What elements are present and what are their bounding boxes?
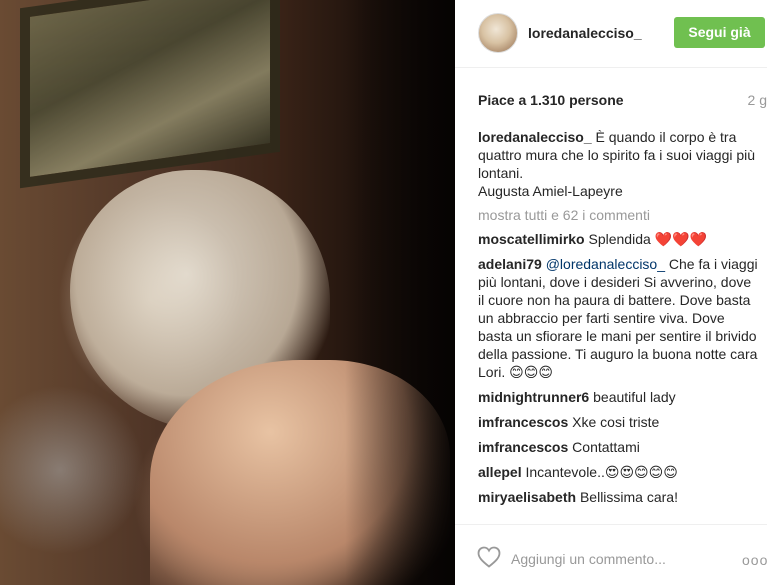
- post-photo[interactable]: [0, 0, 455, 585]
- comment-footer: Aggiungi un commento... ooo: [455, 524, 767, 585]
- post-time[interactable]: 2 g: [748, 92, 767, 108]
- comment-username[interactable]: adelani79: [478, 256, 542, 272]
- comment-item: miryaelisabeth Bellissima cara!: [478, 488, 760, 506]
- comment-text: Xke cosi triste: [572, 414, 660, 430]
- comment-text: Bellissima cara!: [579, 489, 678, 505]
- comment-item: imfrancescos Xke cosi triste: [478, 413, 760, 431]
- comment-item: allepel Incantevole..😍😍😊😊😊: [478, 463, 760, 481]
- more-options-icon[interactable]: ooo: [742, 552, 767, 568]
- photo-background-painting: [20, 0, 280, 189]
- comment-item: adelani79 @loredanalecciso_ Che fa i via…: [478, 255, 760, 381]
- post-header: loredanalecciso_ Segui già: [455, 0, 767, 68]
- comment-username[interactable]: midnightrunner6: [478, 389, 589, 405]
- photo-dark-edge: [345, 0, 455, 585]
- comment-text: Splendida ❤️❤️❤️: [588, 231, 707, 247]
- view-all-comments-link[interactable]: mostra tutti e 62 i commenti: [478, 206, 760, 224]
- comment-text: Incantevole..😍😍😊😊😊: [525, 464, 678, 480]
- comment-item: imfrancescos Contattami: [478, 438, 760, 456]
- comment-username[interactable]: moscatellimirko: [478, 231, 585, 247]
- comment-username[interactable]: allepel: [478, 464, 522, 480]
- post-side-panel: loredanalecciso_ Segui già Piace a 1.310…: [455, 0, 767, 585]
- comment-mention[interactable]: @loredanalecciso_: [546, 256, 665, 272]
- caption-author: Augusta Amiel-Lapeyre: [478, 183, 623, 199]
- comment-item: moscatellimirko Splendida ❤️❤️❤️: [478, 230, 760, 248]
- comment-username[interactable]: miryaelisabeth: [478, 489, 576, 505]
- comments-list[interactable]: loredanalecciso_ È quando il corpo è tra…: [478, 128, 760, 524]
- comment-username[interactable]: imfrancescos: [478, 439, 568, 455]
- comment-item: midnightrunner6 beautiful lady: [478, 388, 760, 406]
- following-button[interactable]: Segui già: [674, 17, 765, 48]
- heart-outline-icon[interactable]: [477, 546, 501, 568]
- header-username[interactable]: loredanalecciso_: [528, 25, 642, 41]
- comment-text: Contattami: [572, 439, 640, 455]
- post-caption: loredanalecciso_ È quando il corpo è tra…: [478, 128, 760, 200]
- comment-text: beautiful lady: [593, 389, 676, 405]
- likes-count[interactable]: Piace a 1.310 persone: [478, 92, 624, 108]
- add-comment-input[interactable]: Aggiungi un commento...: [511, 551, 666, 567]
- avatar[interactable]: [478, 13, 518, 53]
- caption-username[interactable]: loredanalecciso_: [478, 129, 592, 145]
- post-meta: Piace a 1.310 persone 2 g: [478, 92, 767, 108]
- comment-text: Che fa i viaggi più lontani, dove i desi…: [478, 256, 758, 380]
- comment-username[interactable]: imfrancescos: [478, 414, 568, 430]
